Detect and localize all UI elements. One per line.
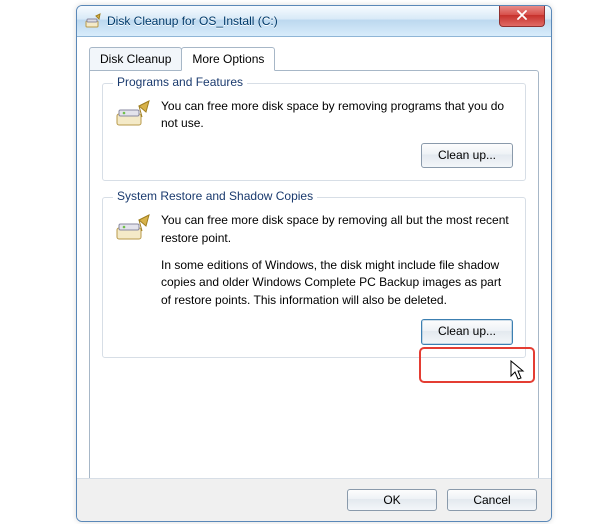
client-area: Disk Cleanup More Options Programs and F… [77, 37, 551, 502]
tab-pane-more-options: Programs and Features You can free more … [89, 70, 539, 492]
tab-disk-cleanup[interactable]: Disk Cleanup [89, 47, 182, 71]
restore-description-1: You can free more disk space by removing… [161, 212, 513, 247]
close-icon [517, 9, 527, 23]
drive-brush-icon [115, 100, 151, 128]
restore-clean-up-button[interactable]: Clean up... [421, 319, 513, 344]
group-title-restore: System Restore and Shadow Copies [113, 189, 317, 203]
disk-cleanup-dialog: Disk Cleanup for OS_Install (C:) Disk Cl… [76, 5, 552, 522]
titlebar[interactable]: Disk Cleanup for OS_Install (C:) [77, 6, 551, 37]
restore-description-2: In some editions of Windows, the disk mi… [161, 257, 513, 309]
group-programs-and-features: Programs and Features You can free more … [102, 83, 526, 181]
group-system-restore: System Restore and Shadow Copies You can… [102, 197, 526, 357]
group-title-programs: Programs and Features [113, 75, 247, 89]
tab-more-options[interactable]: More Options [181, 47, 275, 71]
drive-brush-icon [115, 214, 151, 242]
window-title: Disk Cleanup for OS_Install (C:) [107, 14, 278, 28]
programs-description: You can free more disk space by removing… [161, 98, 513, 133]
tab-strip: Disk Cleanup More Options [89, 45, 539, 71]
cancel-button[interactable]: Cancel [447, 489, 537, 511]
close-button[interactable] [499, 6, 545, 27]
programs-clean-up-button[interactable]: Clean up... [421, 143, 513, 168]
disk-cleanup-icon [85, 13, 101, 29]
ok-button[interactable]: OK [347, 489, 437, 511]
dialog-button-bar: OK Cancel [77, 478, 551, 521]
